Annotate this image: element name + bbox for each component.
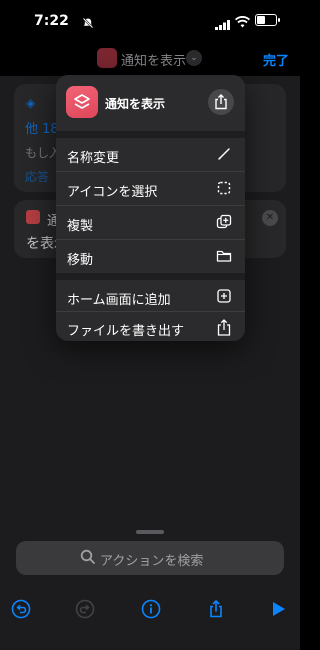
menu-item-label: 名称変更	[67, 151, 120, 166]
search-icon	[80, 549, 96, 569]
menu-divider	[56, 131, 245, 138]
card-text: 他 18	[25, 122, 59, 137]
menu-item-choose-icon[interactable]: アイコンを選択	[56, 172, 245, 204]
export-icon	[216, 319, 232, 336]
folder-icon	[216, 248, 232, 264]
context-menu: 通知を表示 名称変更 アイコンを選択 複製 移動 ホーム画面に追加 ファイルを書…	[56, 75, 245, 341]
share-button[interactable]	[208, 89, 234, 115]
shortcut-app-icon	[66, 86, 98, 118]
dashed-square-icon	[216, 180, 232, 196]
nav-bar: 通知を表示 ⌄ 完了	[0, 44, 300, 74]
actions-sheet: アクションを検索	[0, 523, 300, 650]
editor-toolbar	[0, 595, 300, 625]
sheet-grabber[interactable]	[136, 530, 164, 534]
duplicate-icon	[216, 214, 232, 230]
menu-item-export-file[interactable]: ファイルを書き出す	[56, 311, 245, 341]
share-icon[interactable]	[206, 599, 226, 619]
notification-icon	[26, 210, 40, 224]
menu-item-move[interactable]: 移動	[56, 240, 245, 272]
battery-icon	[255, 14, 280, 26]
menu-header: 通知を表示	[56, 75, 245, 131]
menu-item-duplicate[interactable]: 複製	[56, 206, 245, 238]
menu-item-rename[interactable]: 名称変更	[56, 138, 245, 170]
menu-item-label: ファイルを書き出す	[67, 324, 185, 339]
menu-item-add-to-home[interactable]: ホーム画面に追加	[56, 280, 245, 312]
status-time: 7:22	[34, 13, 69, 29]
menu-item-label: ホーム画面に追加	[67, 293, 171, 308]
pencil-icon	[216, 146, 232, 162]
menu-divider	[56, 273, 245, 280]
nav-title[interactable]: 通知を表示	[121, 50, 186, 69]
cellular-signal-icon	[215, 15, 231, 34]
card-text: 応答	[25, 170, 50, 184]
plus-square-icon	[216, 288, 232, 304]
done-button[interactable]: 完了	[263, 50, 289, 69]
action-icon: ◈	[26, 96, 36, 110]
search-placeholder: アクションを検索	[100, 554, 204, 569]
remove-action-icon[interactable]: ✕	[262, 210, 278, 226]
silent-bell-icon	[82, 14, 94, 33]
menu-item-label: 移動	[67, 253, 94, 268]
status-bar: 7:22	[0, 0, 300, 40]
chevron-down-icon[interactable]: ⌄	[186, 50, 202, 66]
shortcut-app-icon[interactable]	[97, 48, 117, 68]
redo-icon[interactable]	[75, 599, 95, 619]
menu-item-label: 複製	[67, 219, 94, 234]
undo-icon[interactable]	[11, 599, 31, 619]
menu-item-label: アイコンを選択	[67, 185, 158, 200]
play-icon[interactable]	[268, 599, 288, 619]
action-search-field[interactable]: アクションを検索	[16, 541, 284, 575]
info-icon[interactable]	[141, 599, 161, 619]
wifi-icon	[235, 13, 250, 32]
menu-title: 通知を表示	[105, 97, 166, 111]
